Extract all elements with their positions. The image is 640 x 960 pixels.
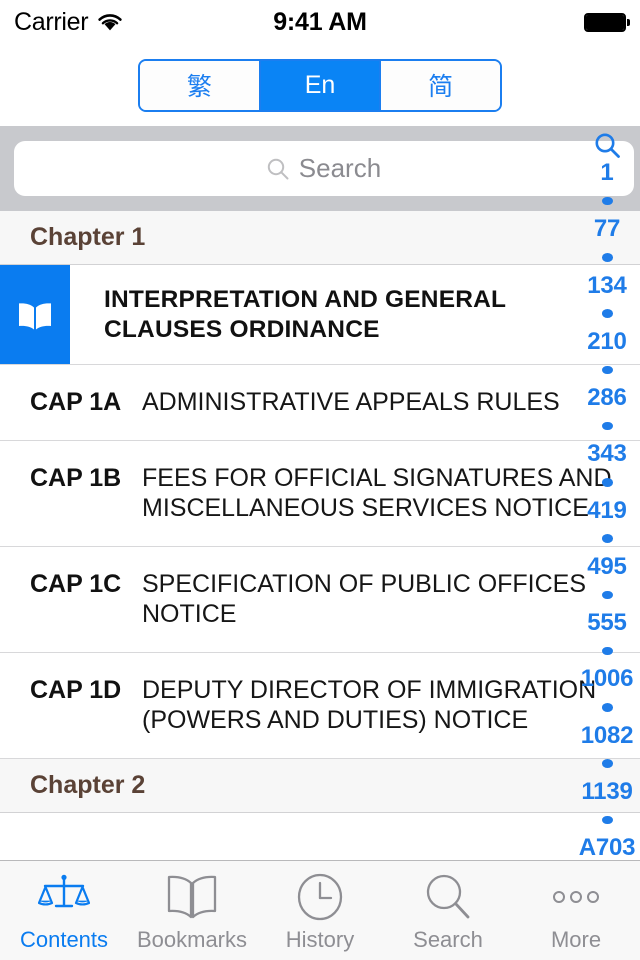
search-bar-container: Search — [0, 126, 640, 211]
tab-label: More — [550, 926, 602, 952]
clock-icon — [296, 873, 344, 921]
featured-badge — [0, 265, 70, 364]
index-dot[interactable] — [601, 196, 613, 206]
tab-search[interactable]: Search — [384, 861, 512, 960]
index-dot[interactable] — [601, 703, 613, 712]
language-switcher-container: 繁 En 简 — [0, 44, 640, 126]
search-icon — [267, 158, 289, 180]
segment-traditional-chinese[interactable]: 繁 — [140, 60, 261, 110]
ellipsis-icon — [549, 873, 603, 921]
content-area: Chapter 1 INTERPRETATION AND GENERAL CLA… — [0, 133, 640, 860]
index-entry[interactable]: 343 — [587, 442, 627, 466]
index-dot[interactable] — [601, 759, 613, 768]
search-placeholder: Search — [298, 153, 382, 183]
open-book-icon — [166, 873, 218, 921]
row-cap-label: CAP 1C — [30, 569, 122, 598]
row-cap-label: CAP 1B — [30, 463, 122, 492]
carrier-label: Carrier — [14, 7, 89, 36]
index-entry[interactable]: 210 — [587, 329, 627, 354]
tab-bookmarks[interactable]: Bookmarks — [128, 861, 256, 960]
index-entry[interactable]: 555 — [587, 611, 627, 635]
row-title: ADMINISTRATIVE APPEALS RULES — [142, 388, 560, 416]
search-icon — [424, 873, 472, 921]
featured-title: INTERPRETATION AND GENERAL CLAUSES ORDIN… — [104, 286, 506, 343]
index-entry[interactable]: 1006 — [581, 667, 634, 691]
index-entry[interactable]: 1139 — [581, 779, 632, 804]
status-bar-left: Carrier — [14, 8, 123, 37]
tab-more[interactable]: More — [512, 861, 640, 960]
index-entry[interactable]: 134 — [587, 273, 627, 298]
section-index-strip[interactable]: 1 77 134 210 286 343 419 495 555 1006 10… — [574, 126, 640, 860]
chapter-header-2: Chapter 2 — [0, 758, 640, 813]
table-row[interactable]: CAP 1A ADMINISTRATIVE APPEALS RULES — [0, 365, 640, 441]
index-entry[interactable]: 419 — [587, 498, 627, 523]
tab-history[interactable]: History — [256, 861, 384, 960]
tab-label: History — [285, 926, 355, 952]
segment-simplified-chinese[interactable]: 简 — [381, 60, 500, 110]
list-item-featured-cap1[interactable]: INTERPRETATION AND GENERAL CLAUSES ORDIN… — [0, 265, 640, 365]
index-dot[interactable] — [601, 253, 613, 262]
index-search-icon[interactable] — [594, 132, 621, 161]
chapter-header-1: Chapter 1 — [0, 211, 640, 265]
index-dot[interactable] — [601, 534, 613, 543]
row-cap-label: CAP 1D — [30, 675, 122, 704]
row-cap-label: CAP 1A — [30, 388, 122, 416]
wifi-icon — [97, 13, 123, 32]
index-dot[interactable] — [601, 309, 613, 318]
index-dot[interactable] — [601, 421, 613, 431]
segment-english[interactable]: En — [260, 60, 382, 110]
index-dot[interactable] — [601, 646, 613, 656]
row-title: FEES FOR OFFICIAL SIGNATURES AND MISCELL… — [142, 463, 612, 523]
tab-label: Search — [413, 926, 483, 952]
index-dot[interactable] — [601, 590, 613, 600]
status-bar: Carrier 9:41 AM — [0, 0, 640, 44]
table-row[interactable]: CAP 1C SPECIFICATION OF PUBLIC OFFICES N… — [0, 546, 640, 653]
row-title: DEPUTY DIRECTOR OF IMMIGRATION (POWERS A… — [142, 675, 597, 735]
app-root: Carrier 9:41 AM 繁 En 简 Search Chapter 1 … — [0, 0, 640, 960]
index-dot[interactable] — [601, 815, 613, 825]
index-entry[interactable]: 77 — [594, 217, 620, 241]
status-bar-right — [584, 12, 630, 32]
index-entry[interactable]: 495 — [587, 554, 627, 579]
index-entry[interactable]: A703 — [579, 836, 636, 860]
language-segmented-control[interactable]: 繁 En 简 — [138, 58, 502, 112]
tab-contents[interactable]: Contents — [0, 861, 128, 960]
tab-bar: Contents Bookmarks History Search More — [0, 860, 640, 960]
open-book-icon — [16, 300, 54, 330]
index-entry[interactable]: 1 — [600, 161, 613, 185]
table-row[interactable]: CAP 1D DEPUTY DIRECTOR OF IMMIGRATION (P… — [0, 652, 640, 759]
row-title: SPECIFICATION OF PUBLIC OFFICES NOTICE — [142, 569, 587, 629]
index-dot[interactable] — [601, 365, 613, 375]
index-dot[interactable] — [601, 478, 613, 487]
battery-full-icon — [584, 12, 630, 32]
contents-list[interactable]: Chapter 1 INTERPRETATION AND GENERAL CLA… — [0, 211, 640, 860]
scales-of-justice-icon — [38, 873, 90, 921]
table-row[interactable]: CAP 1B FEES FOR OFFICIAL SIGNATURES AND … — [0, 440, 640, 547]
index-entry[interactable]: 1082 — [581, 723, 634, 748]
index-entry[interactable]: 286 — [587, 386, 627, 410]
tab-label: Contents — [19, 926, 109, 952]
tab-label: Bookmarks — [136, 926, 248, 952]
search-input[interactable]: Search — [14, 141, 634, 196]
